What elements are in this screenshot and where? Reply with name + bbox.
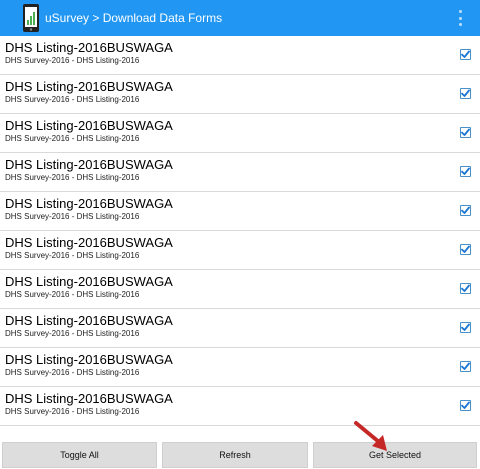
form-subtitle: DHS Survey-2016 - DHS Listing-2016 [5, 95, 140, 104]
checkmark-icon [461, 401, 470, 409]
get-selected-button[interactable]: Get Selected [313, 442, 477, 468]
form-subtitle: DHS Survey-2016 - DHS Listing-2016 [5, 251, 140, 260]
form-checkbox[interactable] [460, 205, 471, 216]
form-title: DHS Listing-2016BUSWAGA [5, 79, 173, 94]
form-subtitle: DHS Survey-2016 - DHS Listing-2016 [5, 134, 140, 143]
form-title: DHS Listing-2016BUSWAGA [5, 235, 173, 250]
checkmark-icon [461, 284, 470, 292]
form-list: DHS Listing-2016BUSWAGA DHS Survey-2016 -… [0, 36, 480, 426]
form-title: DHS Listing-2016BUSWAGA [5, 391, 173, 406]
form-title: DHS Listing-2016BUSWAGA [5, 274, 173, 289]
form-title: DHS Listing-2016BUSWAGA [5, 352, 173, 367]
form-list-item[interactable]: DHS Listing-2016BUSWAGA DHS Survey-2016 -… [0, 387, 480, 426]
checkmark-icon [461, 206, 470, 214]
button-bar: Toggle All Refresh Get Selected [0, 441, 480, 469]
checkmark-icon [461, 323, 470, 331]
checkmark-icon [461, 362, 470, 370]
form-list-item[interactable]: DHS Listing-2016BUSWAGA DHS Survey-2016 -… [0, 348, 480, 387]
form-checkbox[interactable] [460, 400, 471, 411]
form-title: DHS Listing-2016BUSWAGA [5, 40, 173, 55]
form-subtitle: DHS Survey-2016 - DHS Listing-2016 [5, 329, 140, 338]
form-list-item[interactable]: DHS Listing-2016BUSWAGA DHS Survey-2016 -… [0, 75, 480, 114]
form-title: DHS Listing-2016BUSWAGA [5, 118, 173, 133]
phone-chart-icon [23, 4, 39, 32]
checkmark-icon [461, 128, 470, 136]
form-checkbox[interactable] [460, 127, 471, 138]
form-checkbox[interactable] [460, 361, 471, 372]
form-subtitle: DHS Survey-2016 - DHS Listing-2016 [5, 212, 140, 221]
checkmark-icon [461, 167, 470, 175]
form-checkbox[interactable] [460, 49, 471, 60]
app-bar: uSurvey > Download Data Forms [0, 0, 480, 36]
form-title: DHS Listing-2016BUSWAGA [5, 313, 173, 328]
form-subtitle: DHS Survey-2016 - DHS Listing-2016 [5, 290, 140, 299]
form-list-item[interactable]: DHS Listing-2016BUSWAGA DHS Survey-2016 -… [0, 270, 480, 309]
form-subtitle: DHS Survey-2016 - DHS Listing-2016 [5, 407, 140, 416]
checkmark-icon [461, 50, 470, 58]
form-title: DHS Listing-2016BUSWAGA [5, 196, 173, 211]
page-title: uSurvey > Download Data Forms [45, 11, 223, 25]
form-subtitle: DHS Survey-2016 - DHS Listing-2016 [5, 368, 140, 377]
checkmark-icon [461, 245, 470, 253]
overflow-menu-icon[interactable] [456, 10, 464, 26]
form-list-item[interactable]: DHS Listing-2016BUSWAGA DHS Survey-2016 -… [0, 192, 480, 231]
form-subtitle: DHS Survey-2016 - DHS Listing-2016 [5, 56, 140, 65]
form-checkbox[interactable] [460, 88, 471, 99]
form-list-item[interactable]: DHS Listing-2016BUSWAGA DHS Survey-2016 -… [0, 153, 480, 192]
form-list-item[interactable]: DHS Listing-2016BUSWAGA DHS Survey-2016 -… [0, 36, 480, 75]
form-checkbox[interactable] [460, 322, 471, 333]
form-list-item[interactable]: DHS Listing-2016BUSWAGA DHS Survey-2016 -… [0, 231, 480, 270]
form-checkbox[interactable] [460, 283, 471, 294]
form-title: DHS Listing-2016BUSWAGA [5, 157, 173, 172]
refresh-button[interactable]: Refresh [162, 442, 308, 468]
form-checkbox[interactable] [460, 166, 471, 177]
form-list-item[interactable]: DHS Listing-2016BUSWAGA DHS Survey-2016 -… [0, 309, 480, 348]
form-list-item[interactable]: DHS Listing-2016BUSWAGA DHS Survey-2016 -… [0, 114, 480, 153]
form-checkbox[interactable] [460, 244, 471, 255]
form-subtitle: DHS Survey-2016 - DHS Listing-2016 [5, 173, 140, 182]
checkmark-icon [461, 89, 470, 97]
toggle-all-button[interactable]: Toggle All [2, 442, 157, 468]
